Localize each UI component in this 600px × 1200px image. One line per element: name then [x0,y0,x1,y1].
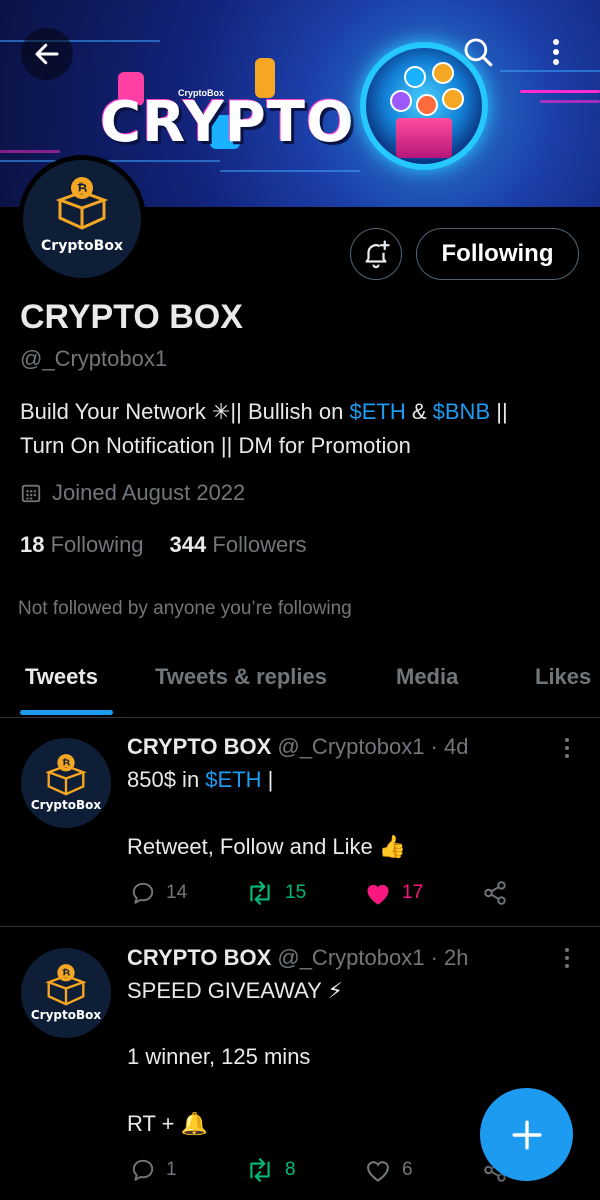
orb-coin [404,66,426,88]
active-tab-indicator [20,710,113,715]
avatar-label: CryptoBox [41,238,123,254]
tweet-text-line: RT + 🔔 [127,1111,208,1136]
profile-name: CRYPTO BOX [20,298,243,336]
tweet-text-line: 850$ in $ETH | [127,763,273,797]
retweet-count: 15 [285,882,307,903]
share-icon [484,881,506,905]
search-icon [464,38,493,67]
arrow-left-icon [35,43,59,65]
tab-media[interactable]: Media [396,664,458,690]
profile-bio: Build Your Network ✳|| Bullish on $ETH &… [20,395,580,463]
tweet-text: 850$ in [127,767,206,792]
tweet-text-line: SPEED GIVEAWAY ⚡ [127,978,343,1003]
orb-coin [390,90,412,112]
follow-stats: 18 Following 344 Followers [20,532,307,558]
tab-likes[interactable]: Likes [535,664,591,690]
avatar-label: CryptoBox [30,1008,102,1022]
like-button[interactable]: 17 [364,880,423,906]
banner-accent-bar [540,100,600,103]
not-followed-notice: Not followed by anyone you’re following [18,598,352,619]
following-count: 18 [20,532,45,557]
avatar-label: CryptoBox [30,798,102,812]
retweet-button[interactable]: 15 [245,880,306,906]
back-button[interactable] [21,28,73,80]
like-count: 17 [402,882,424,903]
more-options-button[interactable] [530,26,582,78]
tweet-divider [0,926,600,927]
cashtag-link[interactable]: $ETH [349,399,405,424]
retweet-icon [250,1158,270,1182]
cashtag-link[interactable]: $ETH [205,767,261,792]
like-button[interactable]: 6 [364,1157,413,1183]
profile-tabs: Tweets Tweets & replies Media Likes [0,640,600,718]
share-button[interactable] [482,880,508,906]
like-count: 6 [402,1159,413,1180]
tweet-meta: @_Cryptobox1 · 2h [271,945,469,970]
bio-text: || [490,399,508,424]
orb-coin [442,88,464,110]
followers-stat[interactable]: 344 Followers [170,532,307,558]
bitcoin-box-logo-icon: ₿ [55,177,109,230]
retweet-button[interactable]: 8 [245,1157,296,1183]
bio-line: Turn On Notification || DM for Promotion [20,433,411,458]
more-vertical-icon [553,39,559,65]
bell-plus-icon [365,240,390,269]
plus-icon [512,1120,541,1149]
joined-date: Joined August 2022 [20,480,245,506]
tab-tweets[interactable]: Tweets [25,664,98,690]
bio-text: & [405,399,433,424]
following-stat[interactable]: 18 Following [20,532,144,558]
tweet-text: | [261,767,274,792]
reply-icon [132,1159,154,1181]
tweet-text-line: Retweet, Follow and Like 👍 [127,834,407,859]
heart-icon [367,1161,389,1182]
orb-coin [416,94,438,116]
bio-text: Build Your Network ✳|| Bullish on [20,399,350,424]
tweet-meta: @_Cryptobox1 · 4d [271,734,469,759]
heart-filled-icon [367,884,389,905]
tweet-more-button[interactable] [560,738,574,758]
tweet-author-name[interactable]: CRYPTO BOX [127,734,271,759]
compose-tweet-button[interactable] [480,1088,573,1181]
search-button[interactable] [452,26,504,78]
reply-count: 1 [166,1159,177,1180]
reply-count: 14 [166,882,188,903]
banner-accent-bar [0,150,60,153]
bitcoin-box-logo-icon: ₿ [45,964,87,1006]
orb-box [396,118,452,158]
avatar-image: ₿ CryptoBox [23,160,141,278]
tweet-more-button[interactable] [560,948,574,968]
tweet-author-name[interactable]: CRYPTO BOX [127,945,271,970]
tweet-header: CRYPTO BOX @_Cryptobox1 · 2h [127,945,468,971]
tweet-avatar[interactable]: ₿ CryptoBox [21,948,111,1038]
calendar-icon [21,484,41,503]
tweet-avatar[interactable]: ₿ CryptoBox [21,738,111,828]
bio-line: Build Your Network ✳|| Bullish on $ETH &… [20,395,580,429]
tweet-header: CRYPTO BOX @_Cryptobox1 · 4d [127,734,468,760]
reply-button[interactable]: 14 [130,880,187,906]
banner-circuit-line [220,170,360,172]
profile-avatar[interactable]: ₿ CryptoBox [18,155,146,283]
tab-tweets-and-replies[interactable]: Tweets & replies [155,664,327,690]
banner-accent-bar [520,90,600,93]
profile-handle: @_Cryptobox1 [20,346,168,371]
followers-label: Followers [212,532,307,557]
bitcoin-box-logo-icon: ₿ [45,754,87,796]
following-button[interactable]: Following [416,228,579,280]
orb-coin [432,62,454,84]
reply-icon [132,882,154,904]
retweet-icon [250,881,270,905]
banner-title: CRYPTO [100,90,355,155]
followers-count: 344 [169,532,207,557]
notification-toggle-button[interactable] [350,228,402,280]
retweet-count: 8 [285,1159,296,1180]
tweet-text-line: 1 winner, 125 mins [127,1044,311,1069]
reply-button[interactable]: 1 [130,1157,177,1183]
cashtag-link[interactable]: $BNB [433,399,490,424]
joined-text: Joined August 2022 [52,480,246,505]
following-label: Following [50,532,144,557]
